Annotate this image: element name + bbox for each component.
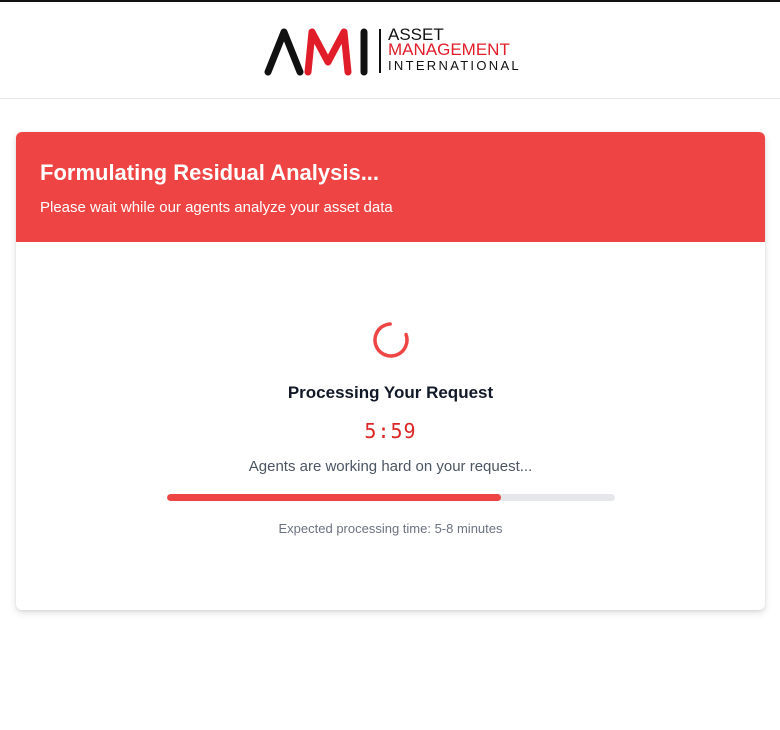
- card-header: Formulating Residual Analysis... Please …: [16, 132, 765, 242]
- ami-logo[interactable]: ASSET MANAGEMENT INTERNATIONAL: [264, 26, 524, 76]
- expected-time-text: Expected processing time: 5-8 minutes: [278, 521, 503, 536]
- countdown-timer: 5:59: [364, 419, 417, 443]
- logo-line-management: MANAGEMENT: [388, 40, 510, 59]
- site-header: ASSET MANAGEMENT INTERNATIONAL: [0, 2, 780, 99]
- loading-spinner-icon: [373, 322, 409, 358]
- logo-line-international: INTERNATIONAL: [388, 58, 521, 73]
- processing-card: Formulating Residual Analysis... Please …: [16, 132, 765, 610]
- page: ASSET MANAGEMENT INTERNATIONAL Formulati…: [0, 0, 780, 730]
- progress-bar-fill: [167, 494, 501, 501]
- card-subtitle: Please wait while our agents analyze you…: [40, 199, 393, 216]
- logo-wordmark: ASSET MANAGEMENT INTERNATIONAL: [388, 26, 521, 73]
- status-title: Processing Your Request: [287, 383, 494, 402]
- logo-divider: [379, 29, 381, 73]
- progress-bar: [167, 494, 615, 501]
- card-title: Formulating Residual Analysis...: [40, 160, 380, 185]
- status-message: Agents are working hard on your request.…: [248, 458, 533, 475]
- ami-logo-mark-icon: [264, 28, 368, 76]
